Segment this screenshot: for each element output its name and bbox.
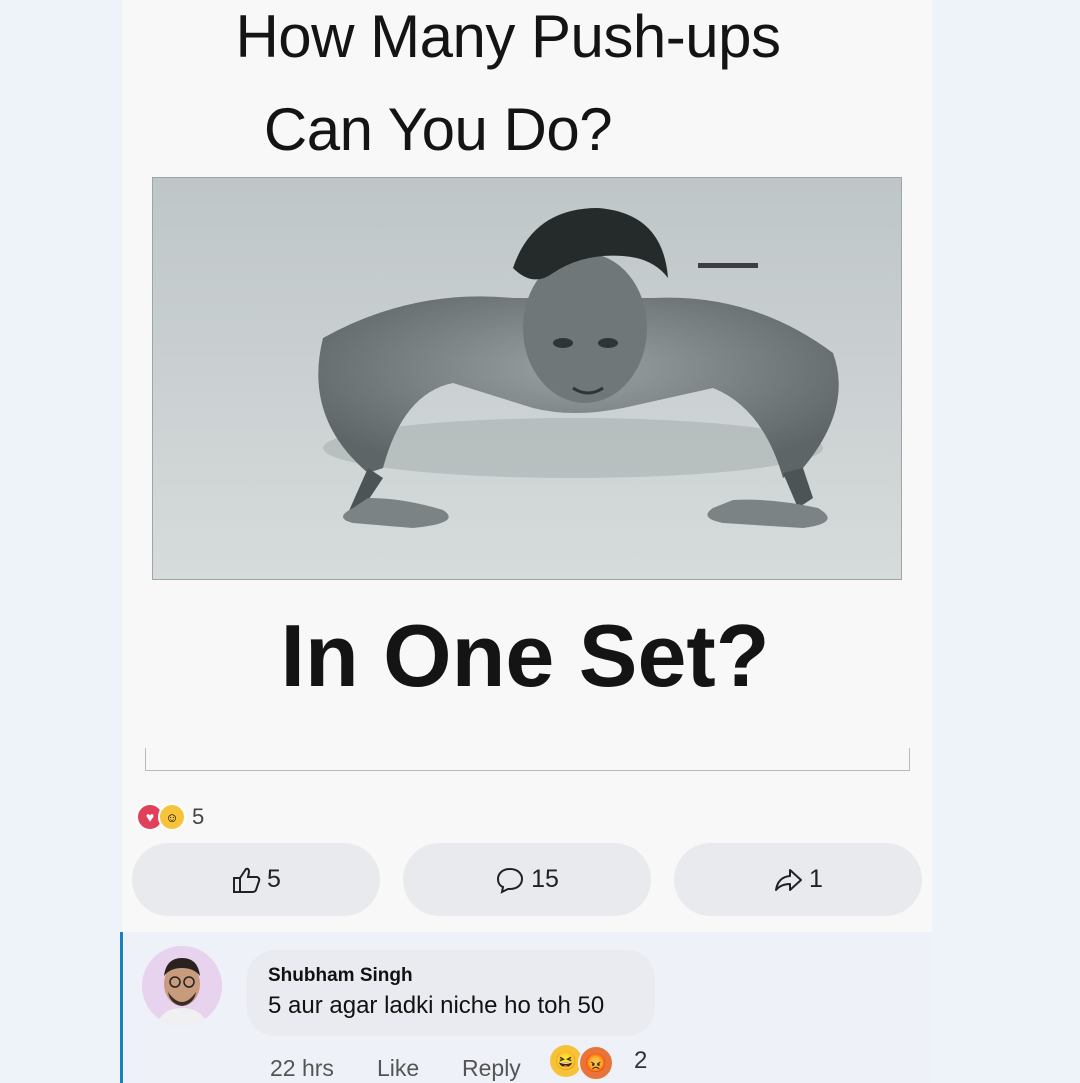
avatar[interactable]	[142, 946, 222, 1026]
comment-author[interactable]: Shubham Singh	[268, 965, 413, 987]
share-count: 1	[809, 865, 823, 893]
like-button[interactable]: 5	[132, 843, 380, 916]
comment-reaction-count[interactable]: 2	[634, 1047, 647, 1075]
care-icon: ☺	[158, 803, 186, 831]
comment-button[interactable]: 15	[403, 843, 651, 916]
comment-thread-line	[120, 932, 123, 1083]
reaction-summary[interactable]: ♥ ☺ 5	[136, 802, 204, 832]
thumbs-up-icon	[233, 867, 261, 893]
share-arrow-icon	[775, 868, 803, 891]
pushup-illustration	[153, 178, 901, 579]
user-avatar-icon	[142, 946, 222, 1026]
reaction-count: 5	[192, 804, 205, 829]
comment-count: 15	[531, 865, 559, 893]
meme-caption: In One Set?	[280, 606, 770, 705]
comment-text: 5 aur agar ladki niche ho toh 50	[268, 992, 605, 1019]
comment-bubble-icon	[497, 867, 524, 894]
comment-timestamp[interactable]: 22 hrs	[270, 1055, 334, 1082]
share-button[interactable]: 1	[674, 843, 922, 916]
meme-title-line1: How Many Push-ups	[235, 3, 781, 70]
pushup-photo	[152, 177, 902, 580]
angry-icon: 😡	[578, 1045, 614, 1081]
meme-title-line2: Can You Do?	[263, 96, 613, 163]
post-divider	[145, 748, 910, 771]
comment-like-link[interactable]: Like	[377, 1055, 419, 1082]
comment-reply-link[interactable]: Reply	[462, 1055, 521, 1082]
like-count: 5	[267, 865, 281, 893]
